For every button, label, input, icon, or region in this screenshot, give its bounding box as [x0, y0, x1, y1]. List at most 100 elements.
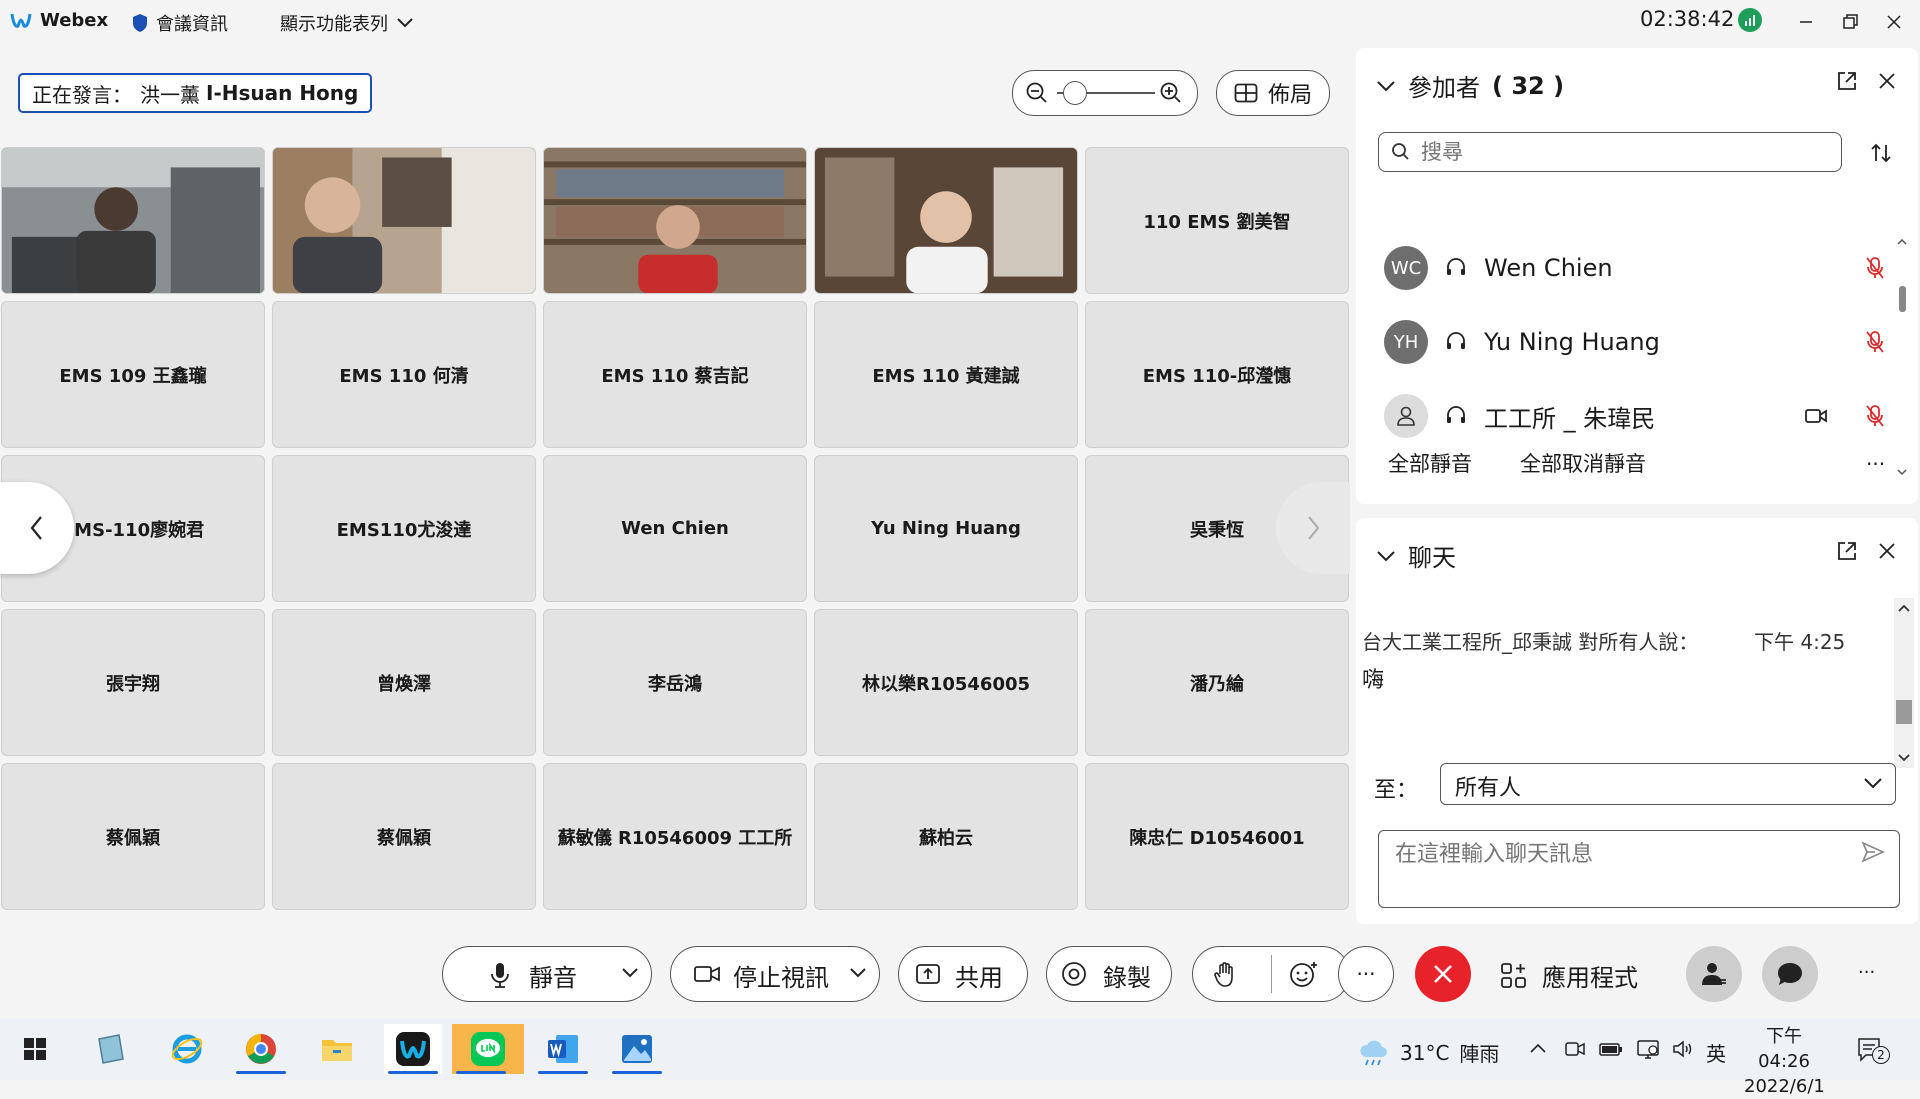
taskbar-app-word[interactable]	[534, 1024, 592, 1074]
chat-message-input[interactable]	[1393, 837, 1857, 871]
close-icon[interactable]	[1876, 70, 1898, 92]
avatar	[1384, 394, 1428, 438]
video-tile[interactable]: 潘乃綸	[1085, 609, 1349, 756]
emoji-reaction-icon[interactable]	[1289, 960, 1319, 988]
system-date: 2022/6/1	[1744, 1076, 1825, 1097]
video-tile[interactable]: 林以樂R10546005	[814, 609, 1078, 756]
participants-more-button[interactable]: ···	[1866, 452, 1885, 476]
leave-meeting-button[interactable]	[1415, 946, 1471, 1002]
more-options-button[interactable]: ···	[1338, 946, 1394, 1002]
chat-scrollbar[interactable]	[1894, 598, 1914, 768]
video-tile[interactable]: 蔡佩穎	[272, 763, 536, 910]
video-tile[interactable]: 曾煥澤	[272, 609, 536, 756]
apps-button[interactable]: 應用程式	[1500, 958, 1638, 993]
share-label: 共用	[955, 964, 1003, 992]
sort-icon[interactable]	[1870, 142, 1892, 164]
stop-video-button[interactable]: 停止視訊	[670, 946, 880, 1002]
taskbar-app-chrome[interactable]	[232, 1024, 290, 1074]
video-tile[interactable]: EMS 110 蔡吉記	[543, 301, 807, 448]
zoom-out-icon[interactable]	[1025, 81, 1049, 105]
start-button[interactable]	[6, 1024, 64, 1074]
chevron-down-icon[interactable]	[1376, 79, 1396, 93]
muted-mic-icon[interactable]	[1864, 404, 1886, 428]
video-tile[interactable]: 蔡佩穎	[1, 763, 265, 910]
raise-hand-icon[interactable]	[1213, 960, 1237, 988]
participants-toggle-button[interactable]	[1686, 946, 1742, 1002]
video-tile[interactable]: EMS110尤浚達	[272, 455, 536, 602]
chat-message-body: 嗨	[1362, 668, 1385, 693]
restore-window-button[interactable]	[1834, 8, 1866, 36]
taskbar-app-ie[interactable]	[158, 1024, 216, 1074]
show-menu-bar-button[interactable]: 顯示功能表列	[280, 10, 414, 36]
participant-row[interactable]: YH Yu Ning Huang	[1384, 312, 1884, 372]
weather-widget[interactable]: 31°C 陣雨	[1358, 1038, 1499, 1067]
unmute-all-button[interactable]: 全部取消靜音	[1520, 448, 1646, 478]
chat-message-time: 下午 4:25	[1754, 630, 1846, 654]
notification-center-icon[interactable]: 2	[1856, 1036, 1890, 1064]
participant-row[interactable]: 工工所 _ 朱瑋民	[1384, 386, 1884, 446]
close-window-button[interactable]	[1878, 8, 1910, 36]
taskbar-app-line[interactable]	[452, 1024, 524, 1074]
chevron-right-icon	[1303, 514, 1323, 542]
chevron-down-icon[interactable]	[621, 967, 639, 979]
video-tile[interactable]: Yu Ning Huang	[814, 455, 1078, 602]
participant-list-scrollbar[interactable]	[1896, 178, 1908, 478]
layout-button[interactable]: 佈局	[1216, 70, 1330, 116]
video-tile[interactable]	[543, 147, 807, 294]
mute-all-button[interactable]: 全部靜音	[1388, 448, 1472, 478]
taskbar-app-notes[interactable]	[82, 1024, 140, 1074]
network-icon[interactable]	[1636, 1038, 1660, 1060]
mute-button[interactable]: 靜音	[442, 946, 652, 1002]
share-button[interactable]: 共用	[898, 946, 1028, 1002]
video-tile[interactable]: EMS 110-邱瀅憓	[1085, 301, 1349, 448]
taskbar-app-explorer[interactable]	[308, 1024, 366, 1074]
chevron-down-icon[interactable]	[1376, 549, 1396, 563]
video-tile[interactable]: 陳忠仁 D10546001	[1085, 763, 1349, 910]
chat-header[interactable]: 聊天	[1376, 538, 1456, 573]
participants-header[interactable]: 參加者 ( 32 )	[1376, 68, 1564, 103]
video-tile[interactable]: 李岳鴻	[543, 609, 807, 756]
send-icon[interactable]	[1861, 841, 1885, 863]
minimize-window-button[interactable]	[1790, 8, 1822, 36]
chat-toggle-button[interactable]	[1762, 946, 1818, 1002]
video-tile[interactable]: 蘇柏云	[814, 763, 1078, 910]
participant-search-input[interactable]	[1419, 137, 1833, 167]
video-tile[interactable]: EMS 110 黃建誠	[814, 301, 1078, 448]
video-tile[interactable]: EMS 109 王鑫瓏	[1, 301, 265, 448]
input-method-indicator[interactable]: 英	[1706, 1038, 1726, 1067]
webex-logo-icon	[10, 12, 32, 30]
participant-name: Wen Chien	[1484, 254, 1613, 282]
volume-icon[interactable]	[1672, 1039, 1696, 1059]
participant-row[interactable]: WC Wen Chien	[1384, 238, 1884, 298]
close-icon[interactable]	[1876, 540, 1898, 562]
battery-icon[interactable]	[1598, 1039, 1624, 1059]
muted-mic-icon[interactable]	[1864, 330, 1886, 354]
taskbar-app-photos[interactable]	[608, 1024, 666, 1074]
muted-mic-icon[interactable]	[1864, 256, 1886, 280]
meet-now-icon[interactable]	[1564, 1039, 1586, 1059]
pop-out-icon[interactable]	[1836, 540, 1858, 562]
zoom-in-icon[interactable]	[1159, 81, 1183, 105]
video-tile[interactable]: 張宇翔	[1, 609, 265, 756]
meeting-info-button[interactable]: 會議資訊	[132, 10, 228, 36]
zoom-slider-handle[interactable]	[1063, 81, 1087, 105]
video-tile[interactable]	[1, 147, 265, 294]
chat-recipient-select[interactable]: 所有人	[1440, 763, 1896, 805]
system-clock[interactable]: 下午 04:26 2022/6/1	[1744, 1024, 1825, 1099]
close-icon	[1432, 963, 1454, 985]
record-button[interactable]: 錄製	[1046, 946, 1172, 1002]
tile-name: Wen Chien	[621, 518, 729, 539]
network-signal-icon[interactable]	[1738, 8, 1762, 32]
chevron-down-icon[interactable]	[849, 967, 867, 979]
video-tile[interactable]	[272, 147, 536, 294]
video-tile[interactable]: 蘇敏儀 R10546009 工工所	[543, 763, 807, 910]
taskbar-app-webex[interactable]	[384, 1024, 442, 1074]
control-bar-more-button[interactable]: ···	[1858, 962, 1875, 983]
video-tile[interactable]: 110 EMS 劉美智	[1085, 147, 1349, 294]
pop-out-icon[interactable]	[1836, 70, 1858, 92]
video-tile[interactable]	[814, 147, 1078, 294]
video-tile[interactable]: Wen Chien	[543, 455, 807, 602]
video-tile[interactable]: EMS 110 何清	[272, 301, 536, 448]
tray-chevron-up-icon[interactable]	[1528, 1040, 1548, 1056]
layout-label: 佈局	[1267, 83, 1312, 108]
